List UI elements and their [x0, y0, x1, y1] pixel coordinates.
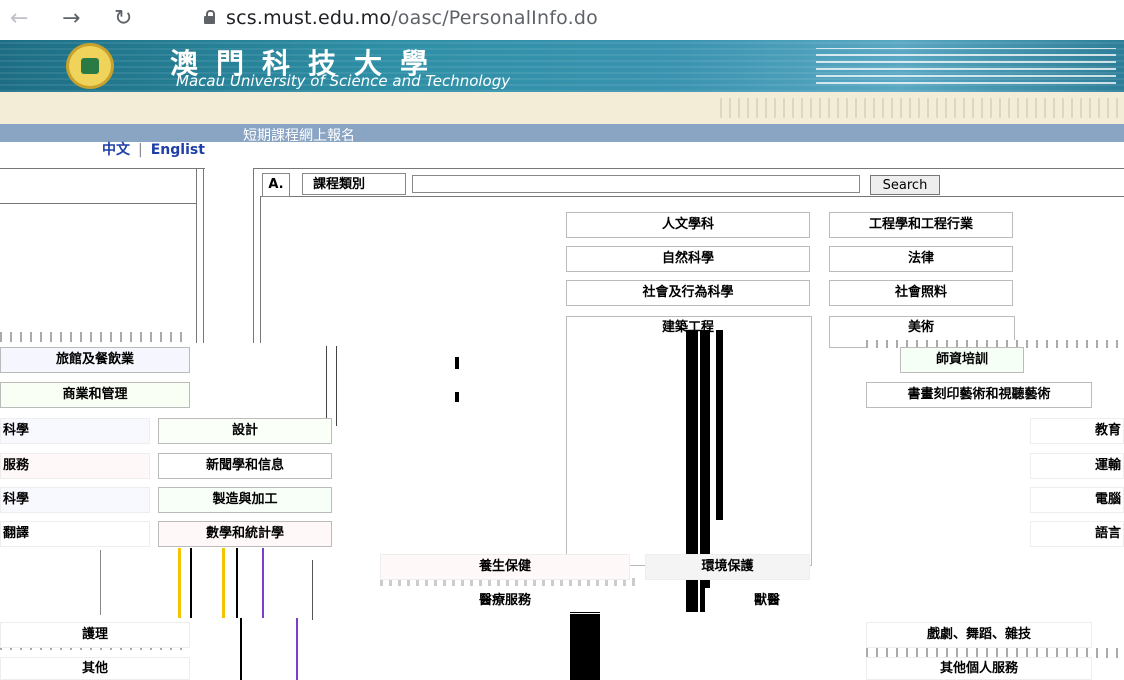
divider [196, 168, 197, 343]
category-translation-button[interactable]: 翻譯 [0, 521, 150, 547]
artifact-line [222, 548, 225, 618]
lock-icon[interactable] [204, 10, 215, 24]
search-input[interactable] [412, 175, 860, 193]
university-logo-icon [66, 43, 114, 89]
category-computer-button[interactable]: 電腦 [1030, 487, 1124, 513]
category-medical-button[interactable]: 醫療服務 [380, 588, 630, 614]
lang-english-link[interactable]: Englist [151, 142, 205, 158]
category-fine-arts-button[interactable]: 美術 [829, 316, 1013, 342]
category-environment-button[interactable]: 環境保護 [645, 554, 810, 580]
category-manufacturing-button[interactable]: 製造與加工 [158, 487, 332, 513]
search-label: 課程類別 [302, 173, 406, 195]
divider [260, 196, 261, 343]
category-social-care-button[interactable]: 社會照料 [829, 280, 1013, 306]
artifact-bar [570, 612, 600, 680]
banner-title-en: Macau University of Science and Technolo… [176, 72, 511, 90]
artifact-line [336, 346, 337, 426]
search-index: A. [262, 173, 290, 197]
artifact-line [296, 618, 298, 680]
banner-decoration [816, 48, 1116, 84]
category-architecture-button[interactable]: 建築工程 [566, 316, 810, 342]
category-calligraphy-button[interactable]: 書畫刻印藝術和視聽藝術 [866, 382, 1092, 408]
category-science-button[interactable]: 科學 [0, 418, 150, 444]
page-title: 短期課程網上報名 [243, 128, 355, 144]
category-journalism-button[interactable]: 新聞學和信息 [158, 453, 332, 479]
address-bar[interactable]: scs.must.edu.mo/oasc/PersonalInfo.do [226, 7, 598, 29]
reload-icon[interactable]: ↻ [114, 8, 132, 30]
divider [260, 196, 1124, 197]
category-design-button[interactable]: 設計 [158, 418, 332, 444]
artifact-mark [455, 392, 459, 402]
divider [203, 168, 204, 343]
category-others-button[interactable]: 其他 [0, 657, 190, 680]
divider [0, 203, 196, 204]
category-language-button[interactable]: 語言 [1030, 521, 1124, 547]
artifact-line [240, 618, 242, 680]
browser-toolbar: ← → ↻ scs.must.edu.mo/oasc/PersonalInfo.… [0, 0, 1124, 40]
category-health-care-button[interactable]: 養生保健 [380, 554, 630, 580]
search-button[interactable]: Search [870, 175, 940, 195]
language-switcher: 中文 | Englist [102, 139, 205, 159]
category-business-button[interactable]: 商業和管理 [0, 382, 190, 408]
artifact-bar [716, 330, 723, 520]
category-veterinary-button[interactable]: 獸醫 [705, 588, 829, 614]
divider [253, 168, 254, 343]
artifact-line [326, 346, 327, 426]
category-math-statistics-button[interactable]: 數學和統計學 [158, 521, 332, 547]
category-teacher-training-button[interactable]: 師資培訓 [900, 347, 1024, 373]
back-arrow-icon[interactable]: ← [10, 8, 28, 30]
category-service-button[interactable]: 服務 [0, 453, 150, 479]
category-social-behavioral-button[interactable]: 社會及行為科學 [566, 280, 810, 306]
category-science-2-button[interactable]: 科學 [0, 487, 150, 513]
lang-chinese-link[interactable]: 中文 [102, 142, 130, 158]
divider [253, 168, 1124, 169]
category-natural-science-button[interactable]: 自然科學 [566, 246, 810, 272]
lang-separator: | [138, 142, 143, 158]
artifact-line [100, 550, 101, 615]
university-banner: 澳門科技大學 Macau University of Science and T… [0, 40, 1124, 92]
artifact-line [262, 548, 264, 618]
url-path: /oasc/PersonalInfo.do [391, 7, 598, 29]
artifact-mark [455, 357, 459, 369]
category-drama-button[interactable]: 戲劇、舞蹈、雜技 [866, 622, 1092, 648]
artifact-line [190, 548, 192, 618]
category-nursing-button[interactable]: 護理 [0, 622, 190, 648]
category-education-button[interactable]: 教育 [1030, 418, 1124, 444]
category-personal-services-button[interactable]: 其他個人服務 [866, 657, 1092, 680]
artifact-strip [0, 332, 190, 342]
forward-arrow-icon[interactable]: → [62, 8, 80, 30]
category-law-button[interactable]: 法律 [829, 246, 1013, 272]
category-humanities-button[interactable]: 人文學科 [566, 212, 810, 238]
artifact-line [178, 548, 181, 618]
divider [0, 168, 205, 169]
category-hospitality-button[interactable]: 旅館及餐飲業 [0, 347, 190, 373]
category-engineering-button[interactable]: 工程學和工程行業 [829, 212, 1013, 238]
artifact-line [312, 560, 313, 620]
url-domain: scs.must.edu.mo [226, 7, 392, 29]
decorative-strip [0, 92, 1124, 124]
category-transport-button[interactable]: 運輸 [1030, 453, 1124, 479]
artifact-line [236, 548, 238, 618]
